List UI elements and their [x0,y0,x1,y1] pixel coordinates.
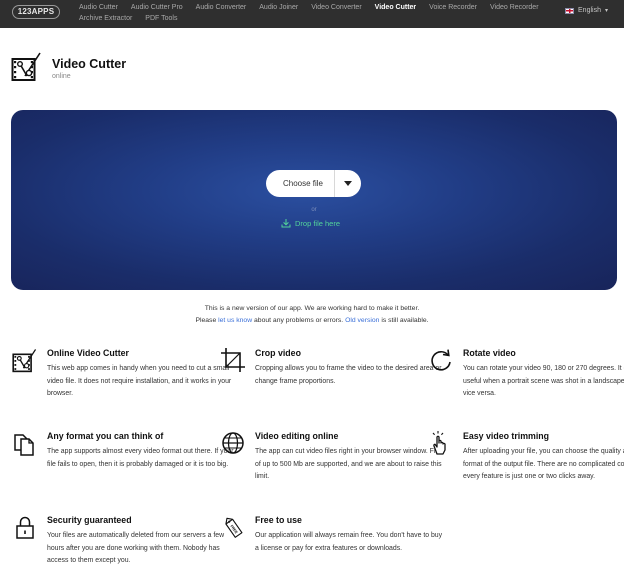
caret-down-icon [344,181,352,186]
tap-hand-icon [432,431,446,455]
documents-icon [14,434,34,456]
choose-file-button-group: Choose file [266,170,361,197]
feature-description: Your files are automatically deleted fro… [47,532,225,565]
feature-online-video-cutter: Online Video Cutter This web app comes i… [12,348,237,401]
drop-file-text: Drop file here [295,218,341,228]
feature-title: Video editing online [255,431,339,441]
version-notice: This is a new version of our app. We are… [0,303,624,327]
notice-line-2: Please let us know about any problems or… [0,315,624,327]
globe-icon [222,432,244,454]
film-scissors-icon [12,349,37,373]
language-label: English [578,7,601,14]
feature-title: Rotate video [463,348,516,358]
nav-audio-converter[interactable]: Audio Converter [196,3,247,13]
feature-description: The app can cut video files right in you… [255,448,445,481]
feature-title: Easy video trimming [463,431,550,441]
film-scissors-icon [11,52,41,81]
or-separator: or [311,207,317,213]
nav-video-cutter[interactable]: Video Cutter [375,3,417,13]
notice-text: is still available. [379,317,429,324]
feature-title: Crop video [255,348,301,358]
feature-description: You can rotate your video 90, 180 or 270… [463,365,624,398]
let-us-know-link[interactable]: let us know [218,317,252,324]
top-navigation: 123APPS Audio Cutter Audio Cutter Pro Au… [0,0,624,28]
source-dropdown-button[interactable] [335,170,361,197]
page-title: Video Cutter [52,57,127,71]
feature-title: Online Video Cutter [47,348,129,358]
feature-description: This web app comes in handy when you nee… [47,365,232,398]
feature-rotate-video: Rotate video You can rotate your video 9… [431,348,624,401]
language-selector[interactable]: English ▾ [565,7,608,14]
feature-security: Security guaranteed Your files are autom… [16,515,237,568]
notice-text: Please [195,317,219,324]
notice-line-1: This is a new version of our app. We are… [204,305,420,312]
feature-description: After uploading your file, you can choos… [463,448,624,481]
crop-icon [221,348,245,372]
feature-video-editing-online: Video editing online The app can cut vid… [222,431,445,484]
choose-file-button[interactable]: Choose file [266,179,334,188]
site-logo[interactable]: 123APPS [12,5,60,19]
feature-any-format: Any format you can think of The app supp… [14,431,237,471]
feature-free-to-use: FREE Free to use Our application will al… [225,515,445,555]
notice-text: about any problems or errors. [252,317,346,324]
rotate-icon [431,349,451,371]
nav-pdf-tools[interactable]: PDF Tools [145,14,177,24]
page-subtitle: online [52,73,71,80]
nav-video-recorder[interactable]: Video Recorder [490,3,539,13]
app-menu: Audio Cutter Audio Cutter Pro Audio Conv… [79,3,559,24]
feature-easy-trimming: Easy video trimming After uploading your… [432,431,624,484]
nav-audio-cutter[interactable]: Audio Cutter [79,3,118,13]
nav-video-converter[interactable]: Video Converter [311,3,361,13]
old-version-link[interactable]: Old version [345,317,379,324]
feature-title: Any format you can think of [47,431,164,441]
feature-crop-video: Crop video Cropping allows you to frame … [221,348,445,388]
download-icon [281,219,291,228]
feature-title: Security guaranteed [47,515,132,525]
uk-flag-icon [565,7,575,14]
upload-panel[interactable]: Choose file or Drop file here [11,110,617,290]
feature-title: Free to use [255,515,302,525]
feature-description: Our application will always remain free.… [255,532,443,552]
free-tag-icon: FREE [225,517,243,538]
nav-audio-cutter-pro[interactable]: Audio Cutter Pro [131,3,183,13]
lock-icon [16,516,34,539]
drop-zone-label[interactable]: Drop file here [281,218,340,228]
chevron-down-icon: ▾ [604,8,608,14]
nav-archive-extractor[interactable]: Archive Extractor [79,14,132,24]
feature-description: The app supports almost every video form… [47,448,234,468]
nav-voice-recorder[interactable]: Voice Recorder [429,3,477,13]
feature-description: Cropping allows you to frame the video t… [255,365,442,385]
nav-audio-joiner[interactable]: Audio Joiner [259,3,298,13]
